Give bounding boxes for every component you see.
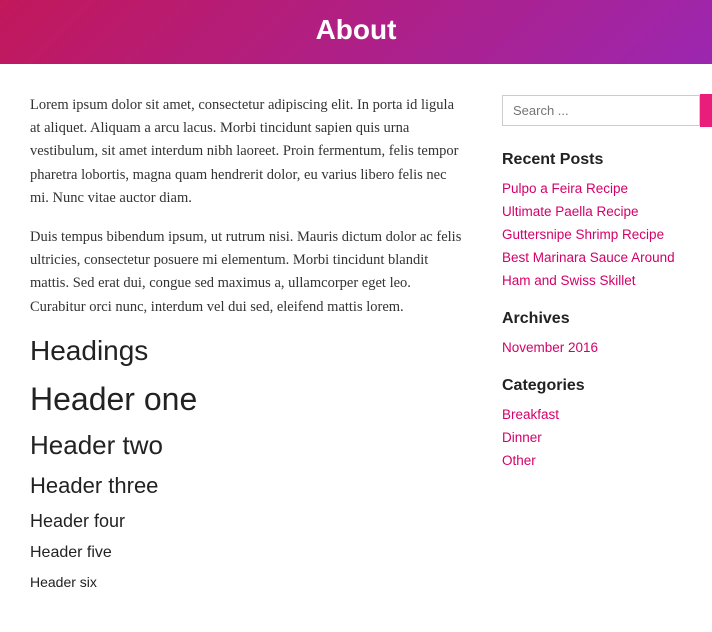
recent-posts-title: Recent Posts [502, 151, 692, 169]
search-box [502, 94, 692, 127]
list-item: Ultimate Paella Recipe [502, 204, 692, 221]
list-item: Best Marinara Sauce Around [502, 250, 692, 267]
list-item: November 2016 [502, 340, 692, 357]
header-three: Header three [30, 473, 462, 499]
search-button[interactable] [700, 94, 712, 127]
paragraph-2: Duis tempus bibendum ipsum, ut rutrum ni… [30, 226, 462, 319]
recent-post-link[interactable]: Guttersnipe Shrimp Recipe [502, 227, 664, 242]
list-item: Other [502, 453, 692, 470]
header-six: Header six [30, 574, 462, 590]
categories-list: Breakfast Dinner Other [502, 407, 692, 470]
archives-list: November 2016 [502, 340, 692, 357]
list-item: Dinner [502, 430, 692, 447]
list-item: Breakfast [502, 407, 692, 424]
list-item: Guttersnipe Shrimp Recipe [502, 227, 692, 244]
category-link[interactable]: Breakfast [502, 407, 559, 422]
archives-section: Archives November 2016 [502, 310, 692, 357]
categories-section: Categories Breakfast Dinner Other [502, 377, 692, 470]
paragraph-1: Lorem ipsum dolor sit amet, consectetur … [30, 94, 462, 210]
category-link[interactable]: Other [502, 453, 536, 468]
recent-posts-list: Pulpo a Feira Recipe Ultimate Paella Reci… [502, 181, 692, 290]
page-container: Lorem ipsum dolor sit amet, consectetur … [0, 64, 712, 632]
header-one: Header one [30, 381, 462, 418]
sidebar: Recent Posts Pulpo a Feira Recipe Ultimat… [502, 94, 692, 602]
recent-post-link[interactable]: Best Marinara Sauce Around [502, 250, 675, 265]
recent-post-link[interactable]: Ham and Swiss Skillet [502, 273, 636, 288]
categories-title: Categories [502, 377, 692, 395]
page-title: About [0, 14, 712, 46]
header-four: Header four [30, 511, 462, 532]
main-content: Lorem ipsum dolor sit amet, consectetur … [30, 94, 462, 602]
headings-label: Headings [30, 335, 462, 367]
header-five: Header five [30, 544, 462, 562]
archive-link[interactable]: November 2016 [502, 340, 598, 355]
list-item: Pulpo a Feira Recipe [502, 181, 692, 198]
archives-title: Archives [502, 310, 692, 328]
site-header: About [0, 0, 712, 64]
search-input[interactable] [502, 95, 700, 126]
header-two: Header two [30, 430, 462, 461]
recent-post-link[interactable]: Ultimate Paella Recipe [502, 204, 639, 219]
recent-post-link[interactable]: Pulpo a Feira Recipe [502, 181, 628, 196]
list-item: Ham and Swiss Skillet [502, 273, 692, 290]
category-link[interactable]: Dinner [502, 430, 542, 445]
recent-posts-section: Recent Posts Pulpo a Feira Recipe Ultimat… [502, 151, 692, 290]
